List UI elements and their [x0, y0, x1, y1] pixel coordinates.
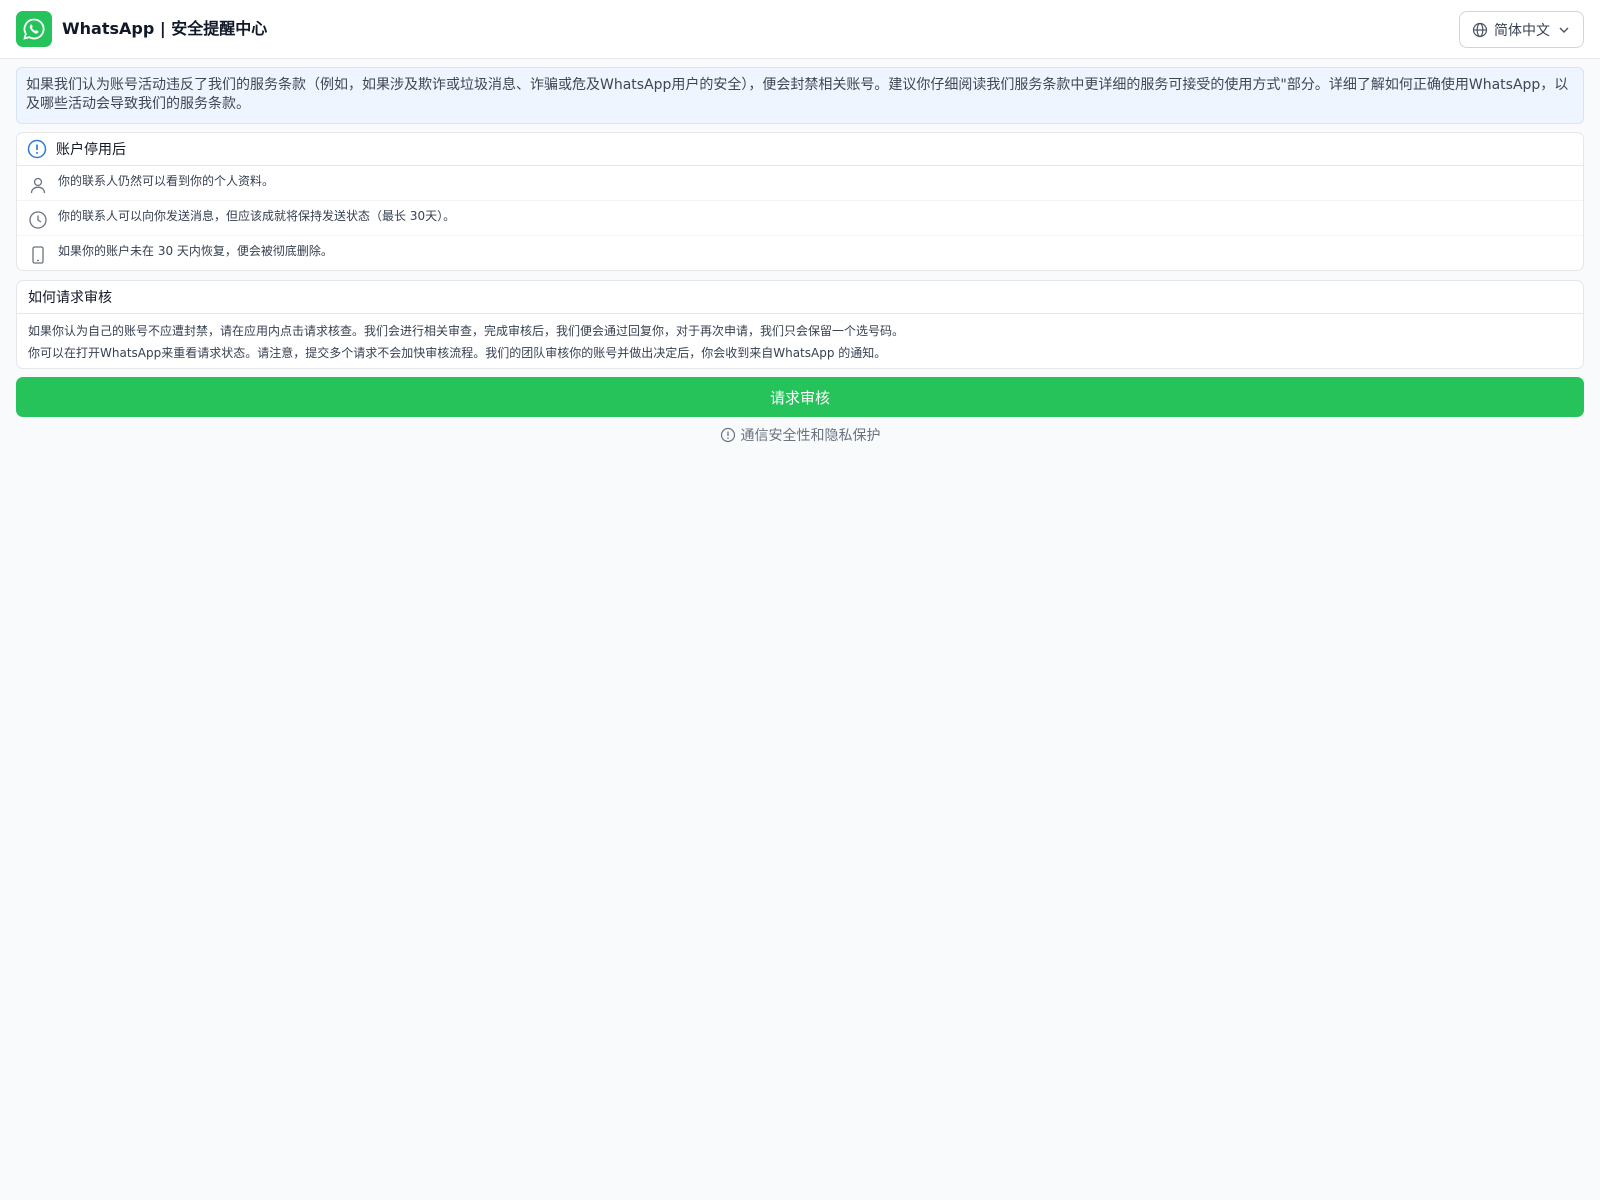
- review-text-line: 你可以在打开WhatsApp来重看请求状态。请注意，提交多个请求不会加快审核流程…: [28, 346, 887, 360]
- privacy-footer[interactable]: 通信安全性和隐私保护: [0, 424, 1600, 446]
- request-review-button[interactable]: 请求审核: [16, 377, 1584, 417]
- after-disable-header: 账户停用后: [17, 133, 1583, 166]
- clock-icon: [29, 211, 47, 229]
- policy-notice: 如果我们认为账号活动违反了我们的服务条款（例如，如果涉及欺诈或垃圾消息、诈骗或危…: [16, 67, 1584, 124]
- review-body: 如果你认为自己的账号不应遭封禁，请在应用内点击请求核查。我们会进行相关审查，完成…: [17, 314, 1583, 370]
- top-bar: WhatsApp | 安全提醒中心 简体中文: [0, 0, 1600, 59]
- list-item-text: 你的联系人可以向你发送消息，但应该成就将保持发送状态（最长 30天）。: [58, 209, 456, 223]
- phone-icon: [32, 246, 44, 264]
- review-text-line: 如果你认为自己的账号不应遭封禁，请在应用内点击请求核查。我们会进行相关审查，完成…: [28, 324, 905, 338]
- list-item: 你的联系人可以向你发送消息，但应该成就将保持发送状态（最长 30天）。: [17, 201, 1583, 236]
- policy-notice-text: 如果我们认为账号活动违反了我们的服务条款（例如，如果涉及欺诈或垃圾消息、诈骗或危…: [26, 77, 1569, 112]
- language-selector[interactable]: 简体中文: [1459, 11, 1584, 48]
- language-label: 简体中文: [1494, 22, 1550, 39]
- after-disable-card: 账户停用后 你的联系人仍然可以看到你的个人资料。 你的联系人可以向你发送消息，但…: [16, 132, 1584, 271]
- info-icon: [720, 427, 735, 443]
- review-title: 如何请求审核: [28, 290, 112, 306]
- review-card: 如何请求审核 如果你认为自己的账号不应遭封禁，请在应用内点击请求核查。我们会进行…: [16, 280, 1584, 369]
- after-disable-title: 账户停用后: [56, 142, 126, 158]
- list-item: 如果你的账户未在 30 天内恢复，便会被彻底删除。: [17, 236, 1583, 271]
- privacy-footer-text: 通信安全性和隐私保护: [740, 428, 881, 444]
- chevron-down-icon: [1559, 27, 1569, 33]
- person-icon: [30, 177, 46, 194]
- review-header: 如何请求审核: [17, 281, 1583, 314]
- info-icon: [27, 139, 47, 159]
- list-item-text: 如果你的账户未在 30 天内恢复，便会被彻底删除。: [58, 244, 333, 258]
- globe-icon: [1472, 22, 1488, 37]
- list-item-text: 你的联系人仍然可以看到你的个人资料。: [58, 174, 275, 188]
- list-item: 你的联系人仍然可以看到你的个人资料。: [17, 166, 1583, 201]
- page-title: WhatsApp | 安全提醒中心: [62, 19, 268, 38]
- whatsapp-logo-icon: [16, 11, 52, 47]
